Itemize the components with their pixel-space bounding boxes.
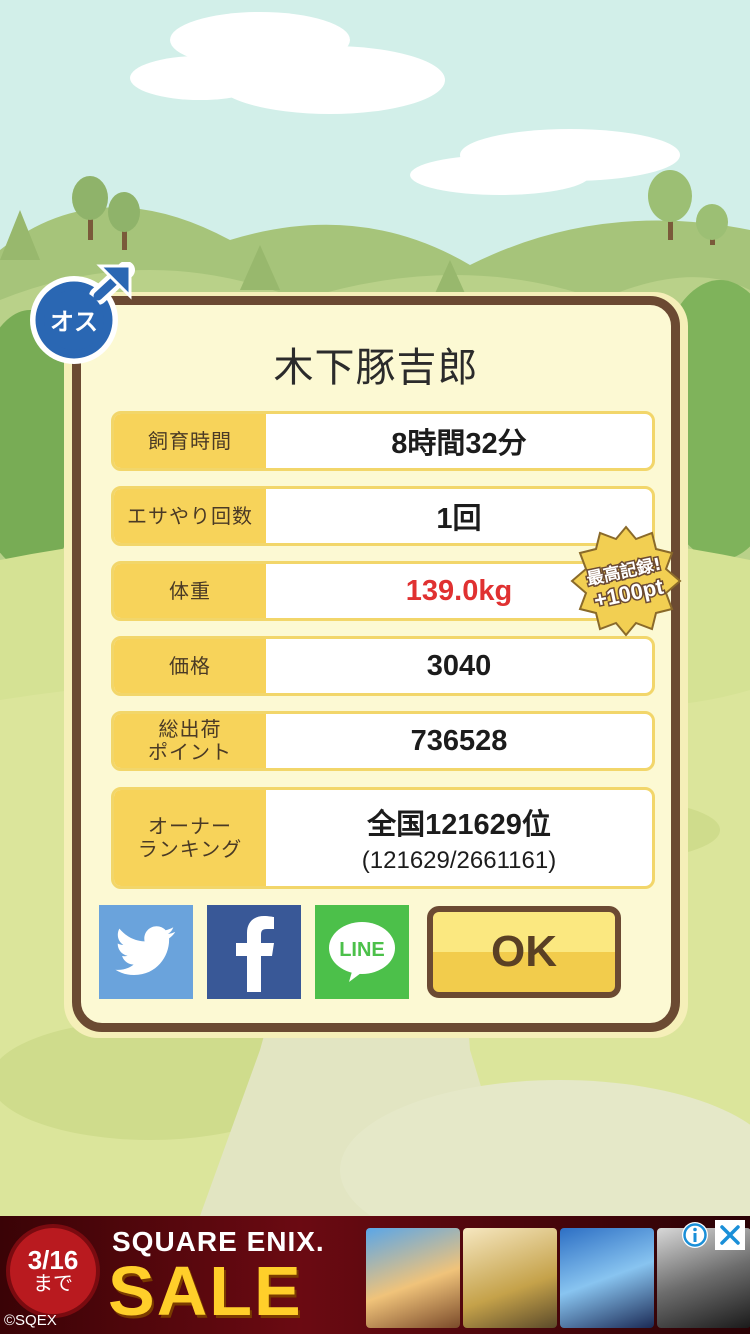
- ok-button[interactable]: OK: [427, 906, 621, 998]
- stat-label: 総出荷 ポイント: [114, 714, 266, 768]
- facebook-f-icon: [236, 916, 274, 992]
- stat-row-owner-ranking: オーナー ランキング 全国121629位 (121629/2661161): [111, 787, 655, 889]
- male-gender-badge: オス: [30, 262, 135, 364]
- twitter-bird-icon: [115, 926, 176, 975]
- stat-label: 体重: [114, 564, 266, 618]
- close-icon[interactable]: [714, 1220, 746, 1250]
- pig-name-title: 木下豚吉郎: [273, 345, 479, 391]
- ad-banner[interactable]: 3/16 まで SQUARE ENIX. SALE ©SQEX: [0, 1216, 750, 1334]
- line-label: LINE: [339, 939, 385, 961]
- ad-until: まで: [33, 1273, 73, 1296]
- ad-copyright: ©SQEX: [4, 1312, 57, 1329]
- ad-sale-text: SALE: [108, 1252, 303, 1330]
- stat-label: オーナー ランキング: [114, 790, 266, 886]
- stat-value: 3040: [426, 649, 492, 682]
- ad-game-image: [463, 1228, 557, 1328]
- line-logo-icon: LINE: [329, 922, 395, 982]
- gender-label: オス: [50, 308, 98, 336]
- ad-date: 3/16: [27, 1244, 79, 1275]
- stat-row-price: 価格 3040: [111, 636, 655, 696]
- ranking-detail: (121629/2661161): [361, 847, 557, 874]
- line-share-button[interactable]: LINE: [315, 905, 409, 999]
- stat-label: 飼育時間: [114, 414, 266, 468]
- ad-game-image: [366, 1228, 460, 1328]
- twitter-share-button[interactable]: [99, 905, 193, 999]
- stat-value: 全国121629位 (121629/2661161): [361, 809, 557, 874]
- ad-game-image: [560, 1228, 654, 1328]
- stat-label: 価格: [114, 639, 266, 693]
- ad-date-circle: 3/16 まで: [6, 1224, 100, 1318]
- info-icon[interactable]: [680, 1220, 710, 1250]
- stat-row-shipping-points: 総出荷 ポイント 736528: [111, 711, 655, 771]
- stat-value: 736528: [410, 724, 508, 757]
- record-badge: 最高記録! +100pt: [570, 525, 682, 637]
- facebook-share-button[interactable]: [207, 905, 301, 999]
- stat-row-raising-time: 飼育時間 8時間32分: [111, 411, 655, 471]
- stat-value: 8時間32分: [391, 428, 527, 460]
- stat-label: エサやり回数: [114, 489, 266, 543]
